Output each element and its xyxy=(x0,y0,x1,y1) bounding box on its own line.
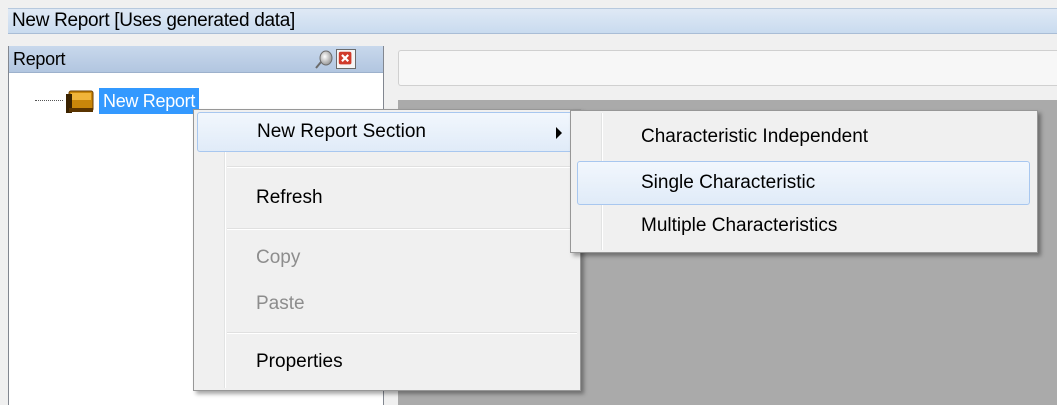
close-icon[interactable] xyxy=(336,49,356,69)
menu-item-paste[interactable]: Paste xyxy=(197,284,577,324)
menu-separator xyxy=(227,228,577,230)
tree-node-label[interactable]: New Report xyxy=(99,88,200,114)
menu-item-label: Characteristic Independent xyxy=(641,126,869,147)
menu-item-label: Single Characteristic xyxy=(641,172,816,193)
document-toolbar xyxy=(398,50,1057,86)
menu-item-label: Multiple Characteristics xyxy=(641,215,838,236)
submenu-arrow-icon xyxy=(556,127,562,139)
report-icon xyxy=(66,90,94,113)
menu-item-label: Copy xyxy=(256,247,301,268)
submenu-item-characteristic-independent[interactable]: Characteristic Independent xyxy=(574,117,1034,157)
pin-icon[interactable] xyxy=(314,49,334,69)
menu-item-label: Refresh xyxy=(256,187,323,208)
menu-item-label: Properties xyxy=(256,351,343,372)
menu-item-new-report-section[interactable]: New Report Section xyxy=(197,112,577,152)
menu-item-properties[interactable]: Properties xyxy=(197,342,577,382)
menu-item-label: Paste xyxy=(256,293,305,314)
panel-header: Report xyxy=(9,46,383,73)
context-menu: New Report Section Refresh Copy Paste Pr… xyxy=(193,109,581,391)
menu-item-copy[interactable]: Copy xyxy=(197,238,577,278)
menu-item-refresh[interactable]: Refresh xyxy=(197,178,577,218)
submenu-item-single-characteristic[interactable]: Single Characteristic xyxy=(577,161,1030,205)
submenu-item-multiple-characteristics[interactable]: Multiple Characteristics xyxy=(574,206,1034,246)
menu-separator xyxy=(227,332,577,334)
window-title: New Report [Uses generated data] xyxy=(8,8,1057,34)
tree-connector xyxy=(35,100,63,101)
window-title-bar: New Report [Uses generated data] xyxy=(0,0,1057,40)
menu-item-label: New Report Section xyxy=(257,121,426,142)
menu-separator xyxy=(227,166,577,168)
submenu: Characteristic Independent Single Charac… xyxy=(570,110,1038,253)
panel-title: Report xyxy=(13,49,66,69)
